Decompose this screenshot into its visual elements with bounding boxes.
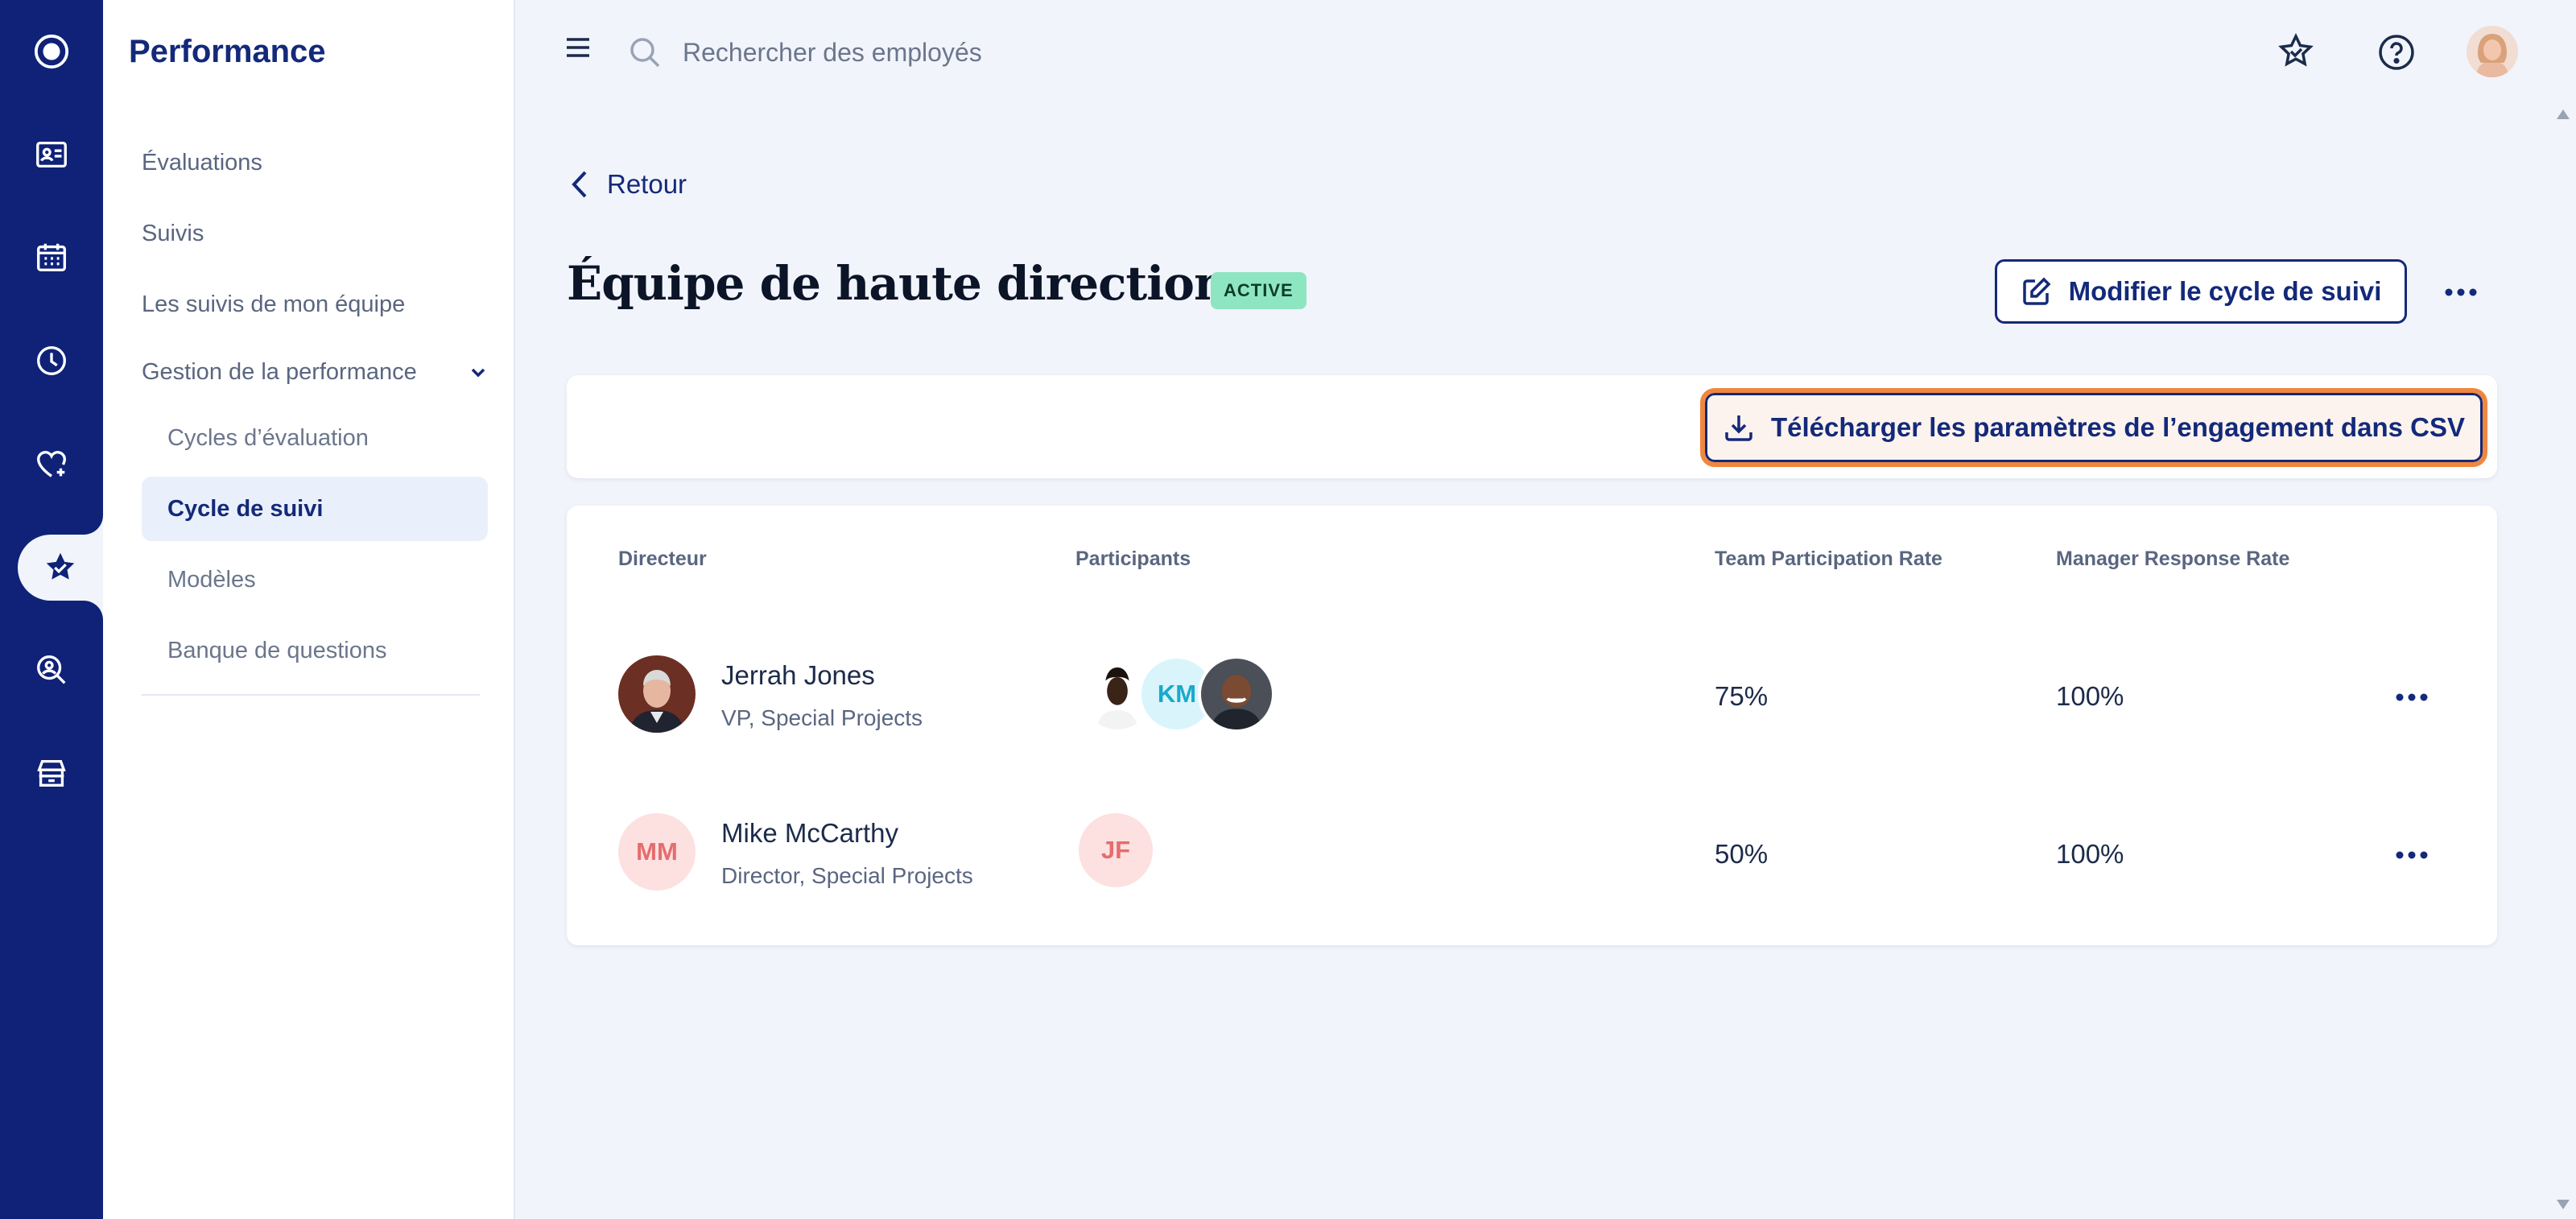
column-header-team-rate[interactable]: Team Participation Rate	[1715, 548, 1942, 571]
rail-calendar[interactable]	[0, 225, 103, 290]
row-more-options-icon[interactable]	[2392, 836, 2431, 874]
sidebar-group-label: Gestion de la performance	[142, 359, 417, 385]
app-rail	[0, 0, 103, 1219]
edit-icon	[2022, 277, 2051, 305]
row-more-options-icon[interactable]	[2392, 678, 2431, 717]
director-role: Director, Special Projects	[721, 863, 973, 888]
download-icon	[1725, 415, 1752, 441]
participant-avatar[interactable]	[1198, 655, 1275, 733]
help-icon[interactable]	[2376, 32, 2417, 72]
manager-response-rate: 100%	[2056, 839, 2124, 869]
sidebar-item-team-suivis[interactable]: Les suivis de mon équipe	[142, 291, 405, 318]
sidebar: Performance Évaluations Suivis Les suivi…	[103, 0, 515, 1219]
clock-icon	[37, 346, 66, 375]
id-card-icon	[36, 141, 67, 168]
rail-active-curve	[84, 515, 103, 535]
rail-directory[interactable]	[0, 122, 103, 187]
team-participation-rate: 75%	[1715, 681, 1769, 711]
star-badge-icon	[46, 552, 75, 580]
rail-time[interactable]	[0, 329, 103, 393]
scroll-up-arrow[interactable]	[2557, 110, 2570, 119]
download-csv-button[interactable]: Télécharger les paramètres de l’engageme…	[1700, 388, 2487, 467]
store-icon	[37, 759, 66, 787]
chevron-down-icon	[471, 368, 485, 377]
edit-cycle-button[interactable]: Modifier le cycle de suivi	[1995, 259, 2407, 324]
manager-response-rate: 100%	[2056, 681, 2124, 711]
search-icon	[630, 38, 660, 68]
sidebar-item-evaluations[interactable]: Évaluations	[142, 150, 262, 176]
hamburger-menu-icon[interactable]	[564, 35, 592, 60]
back-link[interactable]: Retour	[570, 169, 687, 200]
back-label: Retour	[607, 169, 687, 199]
rail-home[interactable]	[0, 19, 103, 84]
chevron-left-icon	[572, 171, 587, 198]
avatar	[618, 655, 696, 733]
page-title: Équipe de haute direction	[567, 256, 1228, 311]
rail-recruiting[interactable]	[0, 638, 103, 702]
rail-store[interactable]	[0, 741, 103, 805]
heart-plus-icon	[37, 451, 66, 477]
search-input[interactable]	[683, 32, 1327, 72]
sidebar-item-templates[interactable]: Modèles	[167, 567, 256, 593]
sidebar-item-question-bank[interactable]: Banque de questions	[167, 638, 387, 664]
director-role: VP, Special Projects	[721, 705, 923, 730]
user-avatar[interactable]	[2467, 26, 2518, 77]
search-person-icon	[37, 655, 66, 684]
director-name[interactable]: Mike McCarthy	[721, 818, 898, 849]
calendar-icon	[37, 243, 66, 272]
participant-avatar[interactable]: JF	[1079, 813, 1153, 887]
user-photo-icon	[2467, 26, 2518, 77]
column-header-manager-rate[interactable]: Manager Response Rate	[2056, 548, 2289, 571]
sidebar-item-suivis[interactable]: Suivis	[142, 221, 204, 247]
sidebar-item-suivi-cycle[interactable]: Cycle de suivi	[142, 477, 488, 541]
team-participation-rate: 50%	[1715, 839, 1769, 869]
column-header-director[interactable]: Directeur	[618, 548, 707, 571]
logo-icon	[34, 34, 69, 69]
avatar: MM	[618, 813, 696, 890]
edit-cycle-label: Modifier le cycle de suivi	[2068, 276, 2382, 306]
director-name[interactable]: Jerrah Jones	[721, 660, 875, 691]
participant-photo-icon	[1201, 659, 1272, 729]
status-badge: ACTIVE	[1211, 272, 1307, 309]
sidebar-title: Performance	[129, 34, 326, 69]
sidebar-divider	[142, 694, 480, 696]
scroll-down-arrow[interactable]	[2557, 1200, 2570, 1209]
download-csv-label: Télécharger les paramètres de l’engageme…	[1770, 412, 2465, 442]
star-favorites-icon[interactable]	[2277, 32, 2315, 71]
rail-active-curve	[84, 601, 103, 620]
sidebar-group-performance[interactable]: Gestion de la performance	[142, 359, 488, 386]
column-header-participants[interactable]: Participants	[1075, 548, 1191, 571]
rail-performance[interactable]	[18, 535, 103, 601]
rail-benefits[interactable]	[0, 432, 103, 496]
director-photo-icon	[618, 655, 696, 733]
sidebar-item-eval-cycles[interactable]: Cycles d’évaluation	[167, 425, 369, 452]
more-options-icon[interactable]	[2442, 274, 2479, 311]
